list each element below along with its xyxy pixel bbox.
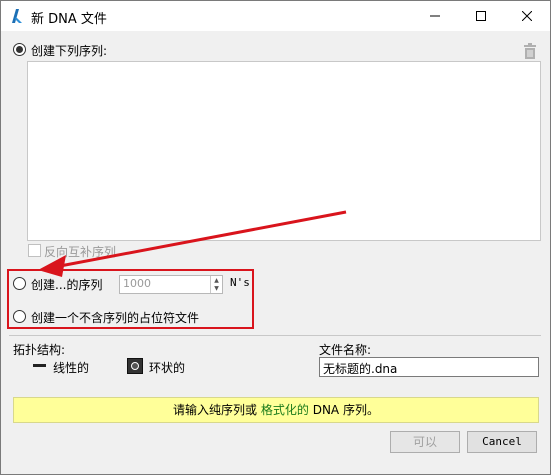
file-name-field[interactable]: 无标题的.dna [319,357,539,377]
reverse-complement-checkbox[interactable] [28,244,41,257]
stepper-up-icon[interactable]: ▲ [211,276,222,284]
ns-suffix-label: N's [230,276,250,289]
reverse-complement-label: 反向互补序列 [44,245,117,259]
placeholder-file-label: 创建一个不含序列的占位符文件 [31,311,200,325]
n-count-stepper[interactable]: 1000 ▲ ▼ [119,275,223,294]
file-name-label: 文件名称: [319,343,372,357]
linear-label[interactable]: 线性的 [53,359,89,376]
circular-label[interactable]: 环状的 [149,359,185,376]
stepper-down-icon[interactable]: ▼ [211,284,222,292]
trash-icon[interactable] [523,43,537,59]
n-count-value: 1000 [123,277,151,290]
ok-button[interactable]: 可以 [390,431,460,453]
create-sequence-label: 创建下列序列: [31,44,108,58]
new-dna-file-dialog: 新 DNA 文件 创建下列序列: 反向互补序列 创建...的序列 1000 ▲ … [0,0,551,475]
minimize-icon [430,15,440,17]
message-bar: 请输入纯序列或 格式化的 DNA 序列。 [13,397,539,423]
maximize-icon [476,11,486,21]
window-title: 新 DNA 文件 [31,12,107,27]
linear-topology-icon[interactable] [33,364,46,367]
sequence-input[interactable] [27,61,541,241]
cancel-button[interactable]: Cancel [467,431,537,453]
circular-topology-icon[interactable] [127,358,143,374]
radio-placeholder-file[interactable] [13,310,26,323]
close-button[interactable] [504,1,550,31]
create-n-label: 创建...的序列 [31,278,103,292]
message-text-2: DNA 序列。 [308,403,379,417]
radio-create-sequence[interactable] [13,43,26,56]
formatted-link[interactable]: 格式化的 [261,403,309,417]
topology-heading: 拓扑结构: [13,343,66,357]
title-bar: 新 DNA 文件 [1,1,550,31]
message-text-1: 请输入纯序列或 [173,403,261,417]
app-logo-icon [12,9,22,23]
radio-create-n-sequence[interactable] [13,277,26,290]
section-divider [9,335,541,336]
minimize-button[interactable] [412,1,458,31]
stepper-buttons[interactable]: ▲ ▼ [210,276,222,293]
close-icon [522,11,532,21]
maximize-button[interactable] [458,1,504,31]
